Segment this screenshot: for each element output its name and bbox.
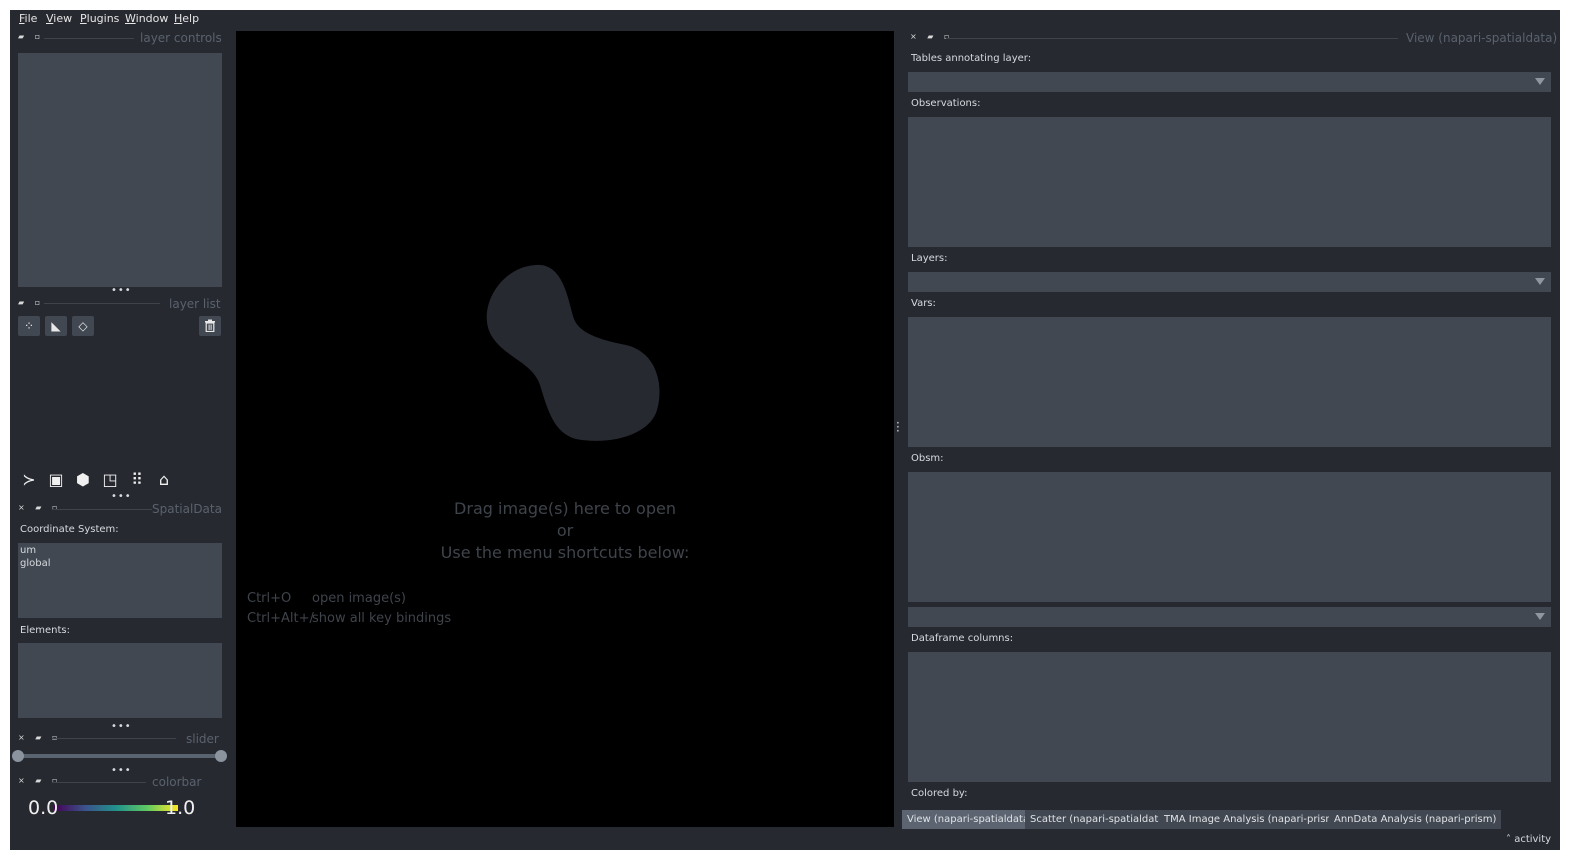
dock-controls-colorbar[interactable]: × ▰ ▫ <box>18 776 61 785</box>
colorbar-title: colorbar <box>152 775 202 789</box>
dock-title-line <box>946 38 1398 39</box>
layers-dropdown[interactable] <box>908 272 1551 292</box>
dock-title-line <box>52 782 146 783</box>
layer-controls-title: layer controls <box>140 31 222 45</box>
chevron-down-icon <box>1535 278 1545 285</box>
chevron-down-icon <box>1535 613 1545 620</box>
drop-hint-line3: Use the menu shortcuts below: <box>440 543 690 562</box>
grid-icon: ⠿ <box>131 470 143 489</box>
activity-label: activity <box>1514 834 1552 845</box>
shortcut-key: Ctrl+Alt+/ <box>247 611 314 626</box>
list-item[interactable]: global <box>20 558 51 569</box>
home-button[interactable]: ⌂ <box>153 469 175 491</box>
console-icon: ≻ <box>22 470 36 489</box>
ndisplay-button[interactable]: ▣ <box>45 469 67 491</box>
ndisplay-icon: ▣ <box>48 470 64 489</box>
activity-button[interactable]: ˄ activity <box>1506 834 1551 845</box>
new-shapes-layer-button[interactable]: ◣ <box>45 316 67 336</box>
view-dock-title: View (napari-spatialdata) <box>1406 31 1558 45</box>
dataframe-columns-list[interactable] <box>908 652 1551 782</box>
tab-anndata-analysis[interactable]: AnnData Analysis (napari-prism) <box>1329 810 1502 829</box>
dock-title-line <box>52 738 176 739</box>
new-points-layer-button[interactable]: ⁘ <box>18 316 40 336</box>
new-labels-layer-button[interactable]: ◇ <box>72 316 94 336</box>
slider-handle-min[interactable] <box>12 750 24 762</box>
splitter-handle[interactable]: · · · <box>896 417 900 437</box>
points-icon: ⁘ <box>23 319 35 333</box>
napari-window: File View Plugins Window Help ▰ ▫ layer … <box>10 10 1560 850</box>
elements-list[interactable] <box>18 643 222 718</box>
menu-help[interactable]: Help <box>174 12 199 25</box>
obsm-dropdown[interactable] <box>908 607 1551 627</box>
shortcut-key: Ctrl+O <box>247 591 292 606</box>
observations-list[interactable] <box>908 117 1551 247</box>
menu-window[interactable]: Window <box>125 12 168 25</box>
resize-handle[interactable]: ••• <box>111 721 132 732</box>
coordinate-system-list[interactable]: um global <box>18 543 222 618</box>
resize-handle[interactable]: ••• <box>111 491 132 502</box>
dataframe-columns-label: Dataframe columns: <box>911 633 1014 644</box>
drop-hint-line2: or <box>556 521 574 540</box>
dock-title-line <box>52 509 152 510</box>
tables-dropdown[interactable] <box>908 72 1551 92</box>
dock-controls-layer-list[interactable]: ▰ ▫ <box>18 298 44 307</box>
dock-controls-spatialdata[interactable]: × ▰ ▫ <box>18 503 61 512</box>
shortcut-action: open image(s) <box>312 591 406 606</box>
obsm-list[interactable] <box>908 472 1551 602</box>
menu-file[interactable]: File <box>19 12 37 25</box>
shortcut-action: show all key bindings <box>312 611 452 626</box>
list-item[interactable]: um <box>20 545 36 556</box>
slider-handle-max[interactable] <box>215 750 227 762</box>
vars-label: Vars: <box>911 298 936 309</box>
roll-dimensions-button[interactable]: ⬢ <box>72 469 94 491</box>
slider-track[interactable] <box>16 754 222 758</box>
transpose-button[interactable]: ◳ <box>99 469 121 491</box>
coordinate-system-label: Coordinate System: <box>20 524 119 535</box>
spatialdata-title: SpatialData <box>152 502 222 516</box>
dock-controls-view[interactable]: × ▰ ▫ <box>910 32 953 41</box>
drop-hint-line1: Drag image(s) here to open <box>454 499 676 518</box>
dock-controls-layer-controls[interactable]: ▰ ▫ <box>18 32 44 41</box>
menu-plugins[interactable]: Plugins <box>80 12 119 25</box>
tables-label: Tables annotating layer: <box>911 53 1032 64</box>
layer-list-title: layer list <box>169 297 221 311</box>
tab-tma-image-analysis[interactable]: TMA Image Analysis (napari-prism) <box>1159 810 1345 829</box>
roll-icon: ⬢ <box>76 470 90 489</box>
tab-view-napari-spatialdata[interactable]: View (napari-spatialdata) <box>902 810 1038 829</box>
observations-label: Observations: <box>911 98 981 109</box>
menu-view[interactable]: View <box>46 12 72 25</box>
chevron-up-icon: ˄ <box>1506 834 1515 845</box>
elements-label: Elements: <box>20 625 70 636</box>
tab-scatter-napari-spatialdata[interactable]: Scatter (napari-spatialdata) <box>1025 810 1174 829</box>
slider-title: slider <box>186 732 219 746</box>
chevron-down-icon <box>1535 78 1545 85</box>
menu-bar: File View Plugins Window Help <box>10 10 1560 30</box>
labels-icon: ◇ <box>78 319 88 333</box>
colored-by-label: Colored by: <box>911 788 968 799</box>
console-button[interactable]: ≻ <box>18 469 40 491</box>
colorbar-max-label: 1.0 <box>165 797 196 819</box>
grid-button[interactable]: ⠿ <box>126 469 148 491</box>
colorbar-gradient <box>54 805 178 811</box>
colorbar-min-label: 0.0 <box>28 797 59 819</box>
home-icon: ⌂ <box>158 470 170 489</box>
napari-logo <box>486 264 660 441</box>
obsm-label: Obsm: <box>911 453 944 464</box>
dock-title-line <box>44 38 134 39</box>
delete-layer-button[interactable] <box>199 316 221 336</box>
shapes-icon: ◣ <box>51 319 61 333</box>
layer-controls-panel <box>18 53 222 287</box>
transpose-icon: ◳ <box>102 470 118 489</box>
resize-handle[interactable]: ••• <box>111 765 132 776</box>
dock-title-line <box>44 303 160 304</box>
layers-label: Layers: <box>911 253 948 264</box>
vars-list[interactable] <box>908 317 1551 447</box>
viewer-canvas[interactable]: Drag image(s) here to open or Use the me… <box>236 31 894 827</box>
trash-icon <box>205 319 215 333</box>
resize-handle[interactable]: ••• <box>111 285 132 296</box>
